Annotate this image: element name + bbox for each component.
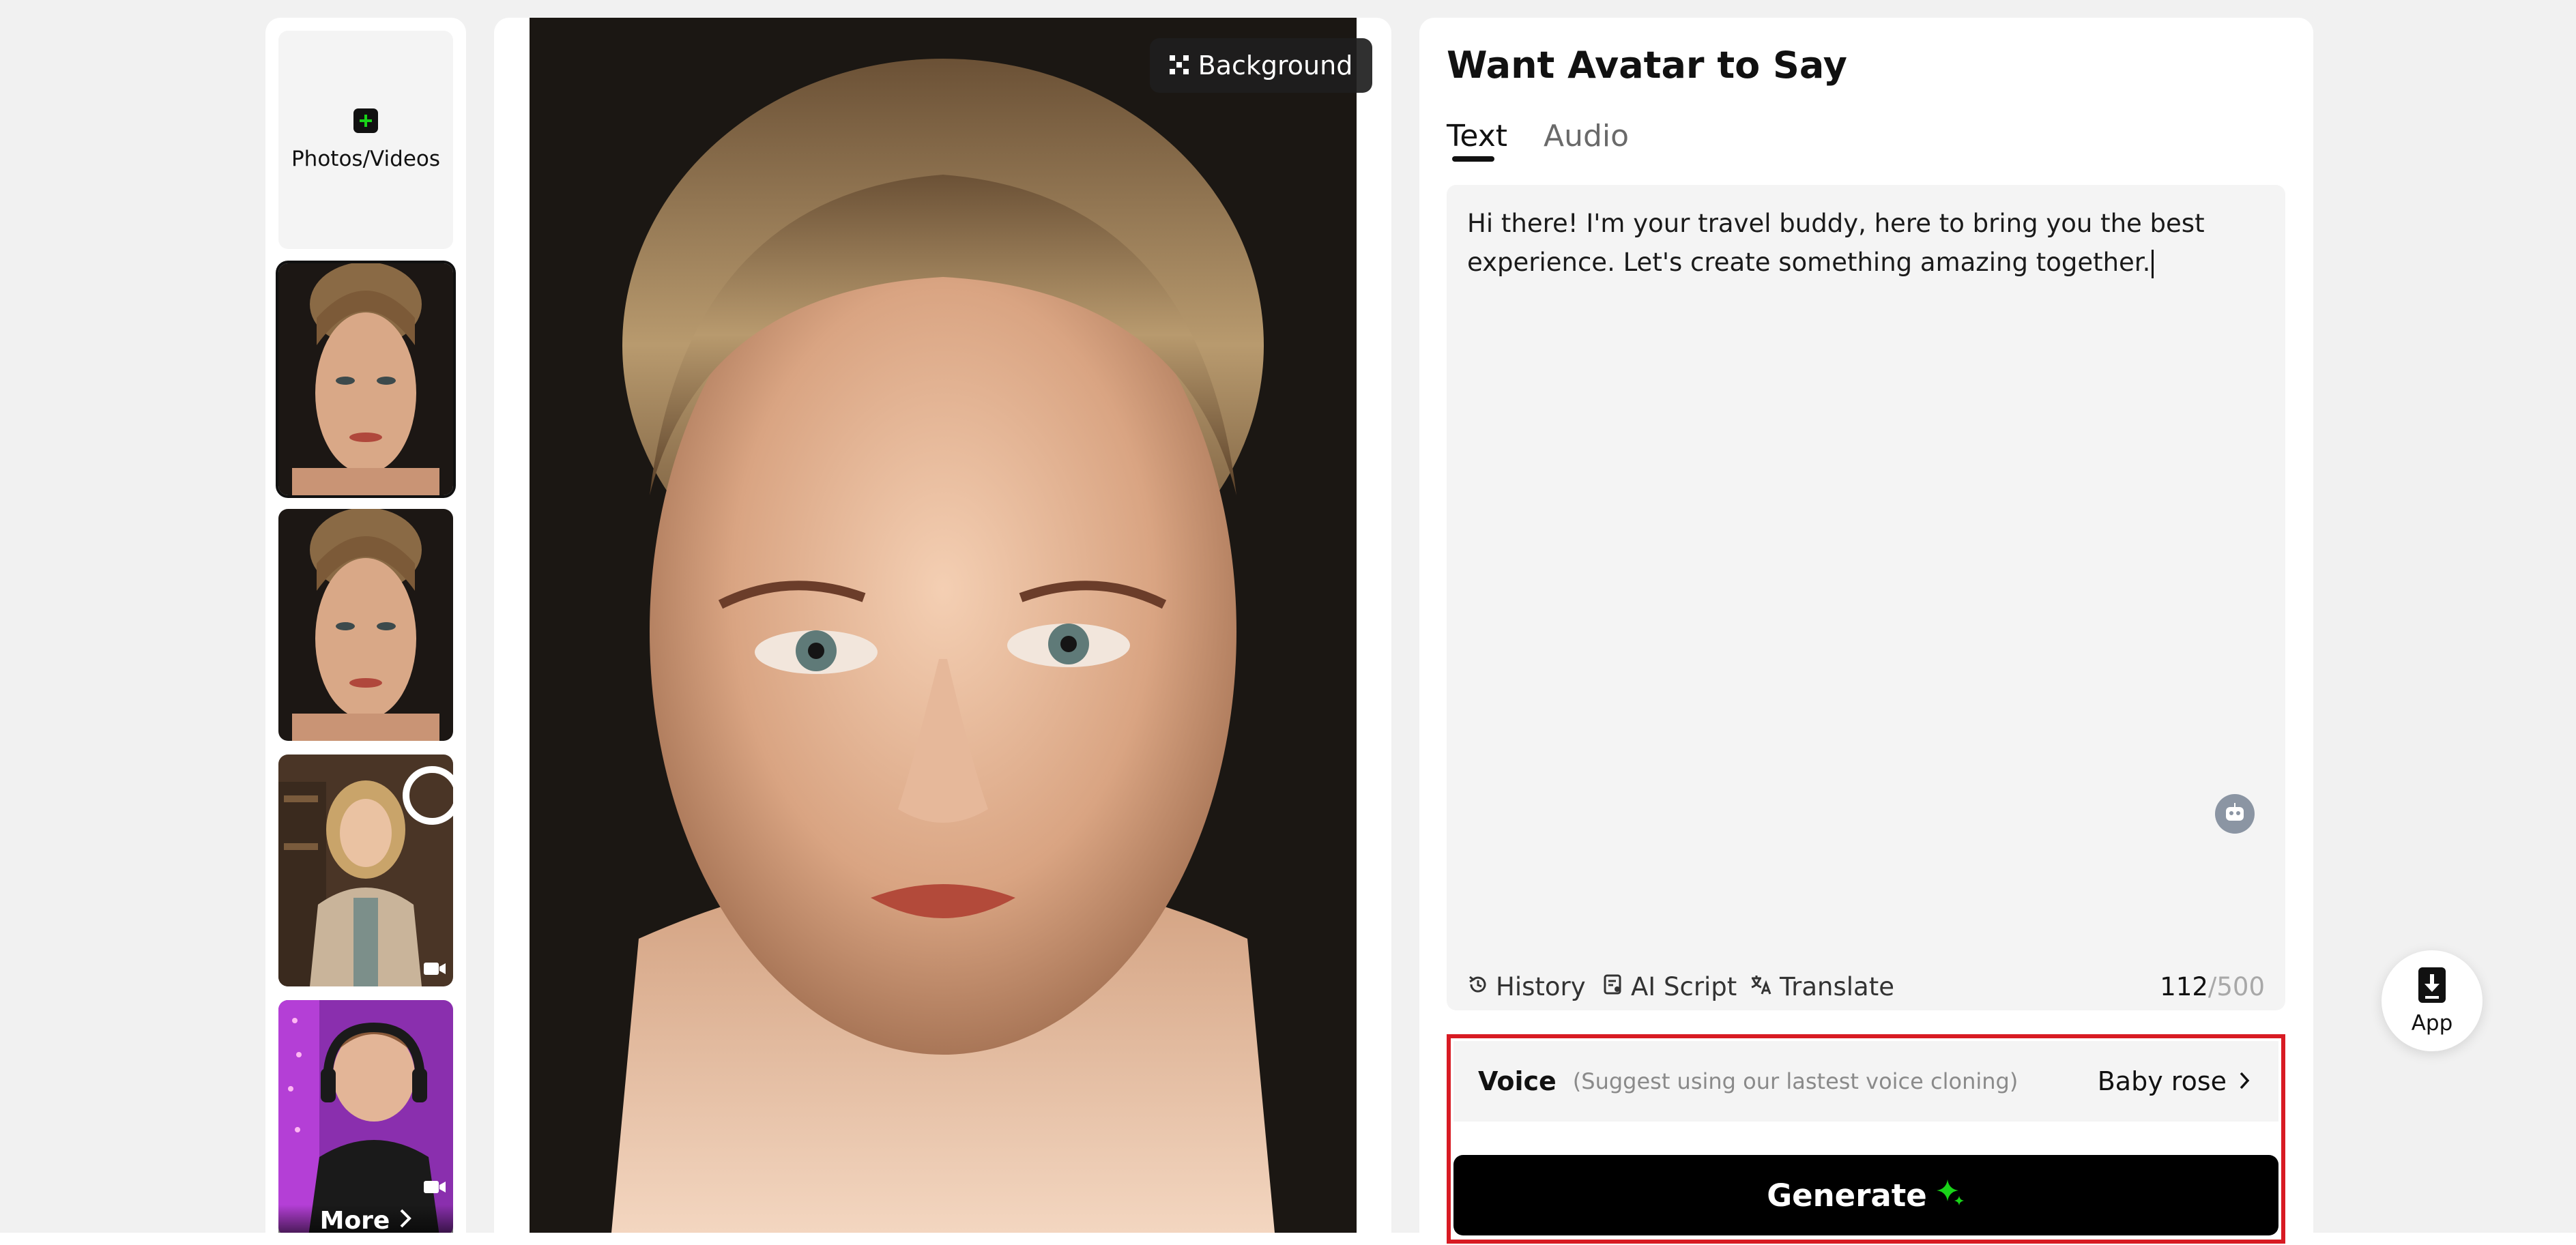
selected-voice[interactable]: Baby rose (2098, 1066, 2250, 1096)
avatar-thumbnail[interactable] (278, 755, 453, 986)
ai-script-label: AI Script (1631, 972, 1737, 1001)
selected-voice-name: Baby rose (2097, 1066, 2227, 1096)
generate-button[interactable]: Generate (1453, 1155, 2278, 1235)
character-limit: /500 (2208, 972, 2265, 1001)
avatar-thumbnail[interactable] (278, 1000, 453, 1233)
chevron-right-icon (2239, 1066, 2250, 1096)
more-avatars-button[interactable]: More (278, 1205, 453, 1233)
script-panel: Want Avatar to Say Text Audio Hi there! … (1419, 18, 2313, 1244)
upload-photos-videos-button[interactable]: Photos/Videos (278, 31, 453, 249)
video-camera-icon (423, 1179, 446, 1195)
script-text: Hi there! I'm your travel buddy, here to… (1467, 209, 2205, 277)
translate-icon (1750, 972, 1773, 1001)
more-label: More (319, 1206, 390, 1233)
character-counter: 112/500 (2160, 972, 2265, 1001)
page-title: Want Avatar to Say (1447, 44, 1847, 87)
ai-script-button[interactable]: AI Script (1602, 972, 1737, 1001)
app-label: App (2411, 1011, 2453, 1036)
text-caret (2152, 249, 2154, 278)
chevron-right-icon (399, 1207, 412, 1233)
voice-label: Voice (1478, 1066, 1557, 1096)
script-textarea[interactable]: Hi there! I'm your travel buddy, here to… (1467, 204, 2218, 282)
history-button[interactable]: History (1467, 972, 1586, 1001)
background-button[interactable]: Background (1150, 38, 1372, 93)
download-app-icon (2417, 966, 2447, 1007)
background-label: Background (1198, 50, 1353, 80)
woman-presenter-thumbnail (278, 755, 453, 986)
translate-label: Translate (1780, 972, 1894, 1001)
avatar-preview-panel: Background (494, 18, 1391, 1233)
voice-selector[interactable]: Voice (Suggest using our lastest voice c… (1453, 1041, 2278, 1122)
tab-text[interactable]: Text (1447, 119, 1507, 153)
woman-portrait-thumbnail (278, 509, 453, 741)
ai-assistant-button[interactable] (2215, 794, 2255, 834)
upload-label: Photos/Videos (291, 147, 441, 171)
voice-hint: (Suggest using our lastest voice cloning… (1572, 1068, 2018, 1094)
active-tab-indicator (1452, 156, 1494, 162)
download-app-button[interactable]: App (2382, 950, 2483, 1051)
script-editor[interactable]: Hi there! I'm your travel buddy, here to… (1447, 185, 2285, 1010)
avatar-thumbnail[interactable] (278, 509, 453, 741)
ai-script-icon (1602, 972, 1624, 1001)
man-headphones-thumbnail (278, 1000, 453, 1233)
tab-audio[interactable]: Audio (1544, 119, 1629, 153)
avatar-preview-image (530, 18, 1357, 1233)
media-sidebar: Photos/Videos More (265, 18, 466, 1233)
character-count: 112 (2160, 972, 2208, 1001)
woman-portrait-thumbnail (278, 263, 453, 495)
robot-icon (2224, 803, 2246, 825)
history-label: History (1496, 972, 1586, 1001)
generate-label: Generate (1767, 1177, 1927, 1214)
voice-generate-highlight: Voice (Suggest using our lastest voice c… (1447, 1034, 2285, 1244)
avatar-thumbnail[interactable] (278, 263, 453, 495)
video-camera-icon (423, 961, 446, 977)
translate-button[interactable]: Translate (1750, 972, 1894, 1001)
history-icon (1467, 972, 1489, 1001)
background-pattern-icon (1169, 50, 1189, 80)
sparkle-icon (1935, 1177, 1965, 1214)
plus-icon (353, 108, 378, 133)
